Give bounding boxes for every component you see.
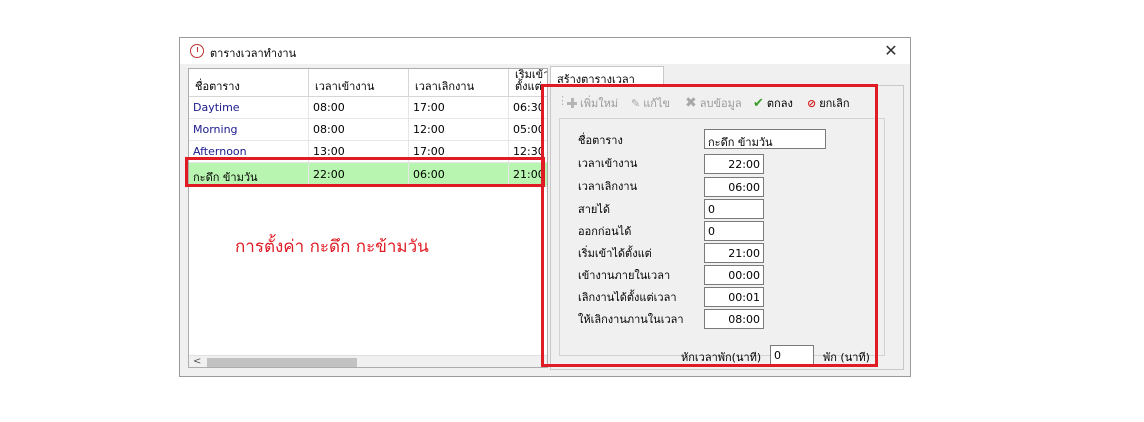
scroll-left-icon[interactable]: < bbox=[193, 356, 201, 367]
cell-time-in: 08:00 bbox=[309, 119, 409, 140]
column-header-time-out[interactable]: เวลาเลิกงาน bbox=[409, 69, 509, 97]
highlight-selected-row bbox=[185, 157, 545, 187]
title-bar: ตารางเวลาทำงาน ✕ bbox=[180, 38, 910, 64]
cell-name: Morning bbox=[189, 119, 309, 140]
table-row[interactable]: Daytime 08:00 17:00 06:30 bbox=[189, 97, 547, 119]
cell-time-in: 08:00 bbox=[309, 97, 409, 118]
window-title: ตารางเวลาทำงาน bbox=[210, 47, 297, 60]
scrollbar-thumb[interactable] bbox=[207, 358, 357, 367]
schedule-grid[interactable]: ชื่อตาราง เวลาเข้างาน เวลาเลิกงาน เริ่มเ… bbox=[188, 68, 548, 368]
highlight-form-panel bbox=[541, 84, 878, 367]
column-header-time-in[interactable]: เวลาเข้างาน bbox=[309, 69, 409, 97]
close-button[interactable]: ✕ bbox=[880, 40, 902, 62]
table-row[interactable]: Morning 08:00 12:00 05:00 bbox=[189, 119, 547, 141]
cell-name: Daytime bbox=[189, 97, 309, 118]
column-header-name[interactable]: ชื่อตาราง bbox=[189, 69, 309, 97]
horizontal-scrollbar[interactable]: < bbox=[189, 355, 547, 367]
cell-time-out: 12:00 bbox=[409, 119, 509, 140]
annotation-note: การตั้งค่า กะดึก กะข้ามวัน bbox=[235, 237, 429, 257]
cell-time-out: 17:00 bbox=[409, 97, 509, 118]
tab-create-schedule[interactable]: สร้างตารางเวลาทำงาน bbox=[550, 66, 664, 104]
close-icon: ✕ bbox=[884, 41, 898, 60]
clock-icon bbox=[190, 44, 204, 58]
